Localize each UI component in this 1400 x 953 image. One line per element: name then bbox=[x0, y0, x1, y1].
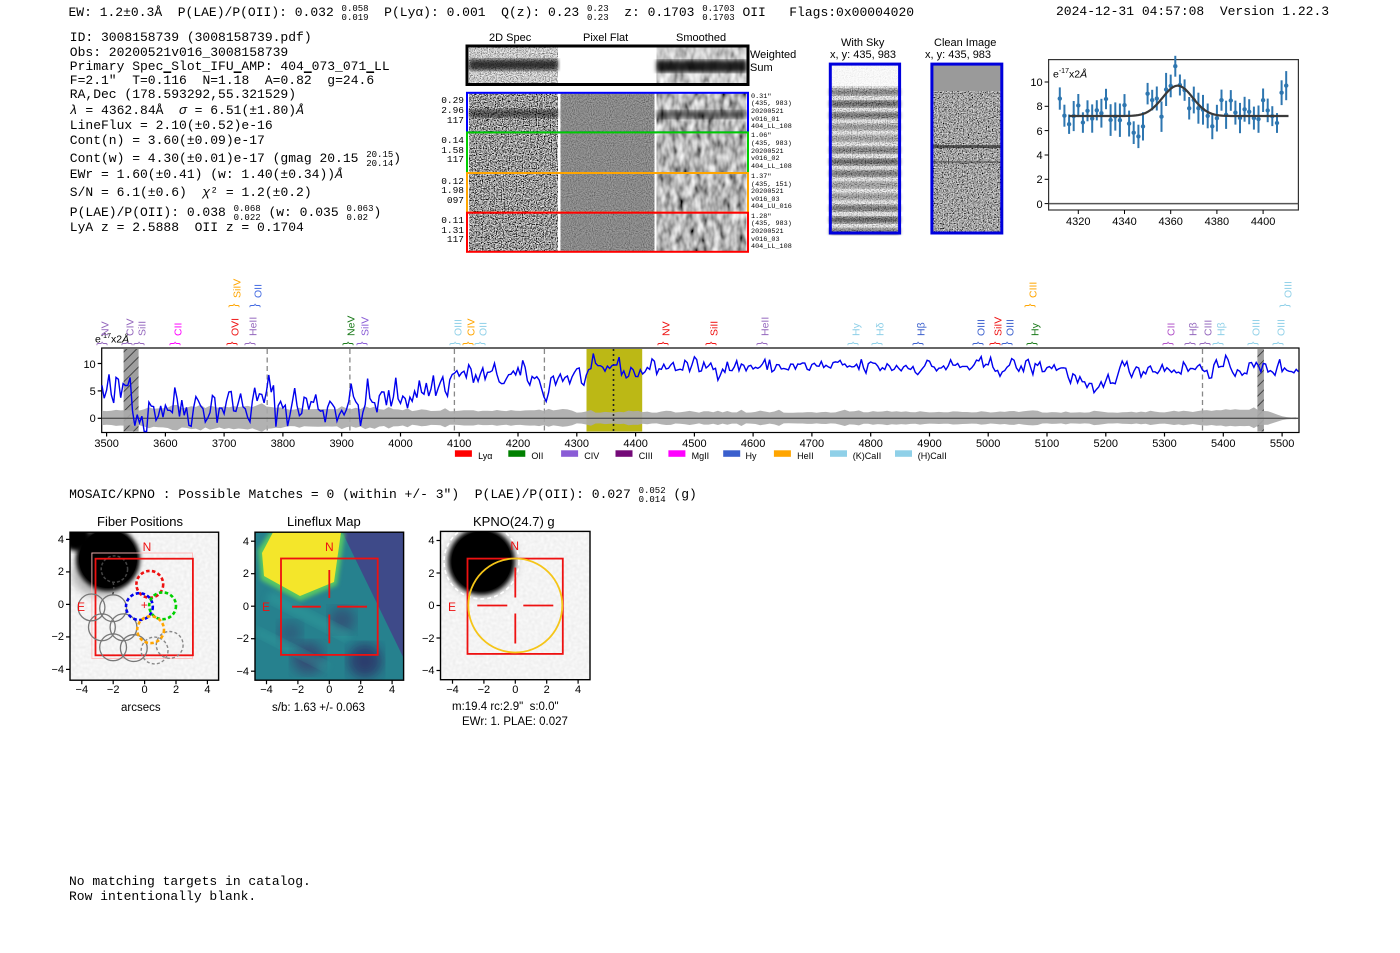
svg-text:{: { bbox=[226, 342, 240, 346]
svg-text:Hβ: Hβ bbox=[1188, 322, 1200, 336]
svg-text:{: { bbox=[972, 342, 986, 346]
svg-text:{: { bbox=[1001, 342, 1015, 346]
svg-text:{: { bbox=[705, 342, 719, 346]
svg-text:CIII: CIII bbox=[1203, 320, 1215, 336]
svg-text:OII: OII bbox=[253, 284, 265, 298]
svg-text:OIII: OIII bbox=[976, 319, 988, 336]
svg-text:Hβ: Hβ bbox=[1216, 322, 1228, 336]
svg-text:CIV: CIV bbox=[125, 318, 137, 336]
svg-text:{: { bbox=[169, 342, 183, 346]
svg-text:Hβ: Hβ bbox=[916, 322, 928, 336]
svg-text:OIII: OIII bbox=[1005, 319, 1017, 336]
svg-text:SiII: SiII bbox=[709, 321, 721, 336]
svg-text:{: { bbox=[228, 304, 242, 308]
svg-text:Hy: Hy bbox=[851, 322, 863, 336]
svg-text:{: { bbox=[912, 342, 926, 346]
svg-text:SiIV: SiIV bbox=[360, 317, 372, 336]
svg-text:{: { bbox=[657, 342, 671, 346]
svg-text:{: { bbox=[342, 342, 356, 346]
svg-text:HeII: HeII bbox=[760, 317, 772, 336]
svg-text:{: { bbox=[121, 342, 135, 346]
svg-text:{: { bbox=[1272, 342, 1286, 346]
svg-text:{: { bbox=[96, 342, 110, 346]
svg-text:SiIV: SiIV bbox=[993, 317, 1005, 336]
svg-text:{: { bbox=[474, 342, 488, 346]
svg-text:{: { bbox=[1247, 342, 1261, 346]
svg-text:{: { bbox=[989, 342, 1003, 346]
svg-text:{: { bbox=[449, 342, 463, 346]
svg-text:OII: OII bbox=[478, 322, 490, 336]
svg-text:{: { bbox=[1212, 342, 1226, 346]
svg-text:{: { bbox=[1279, 304, 1293, 308]
svg-text:{: { bbox=[847, 342, 861, 346]
svg-text:NeV: NeV bbox=[346, 316, 358, 336]
svg-text:CIV: CIV bbox=[466, 318, 478, 336]
svg-text:OIII: OIII bbox=[1283, 281, 1295, 298]
svg-text:OIII: OIII bbox=[1251, 319, 1263, 336]
svg-text:{: { bbox=[1162, 342, 1176, 346]
svg-text:{: { bbox=[1024, 304, 1038, 308]
svg-text:Hy: Hy bbox=[1030, 322, 1042, 336]
svg-text:{: { bbox=[133, 342, 147, 346]
svg-text:{: { bbox=[871, 342, 885, 346]
svg-text:{: { bbox=[756, 342, 770, 346]
svg-text:{: { bbox=[249, 304, 263, 308]
svg-text:{: { bbox=[244, 342, 258, 346]
svg-text:CII: CII bbox=[1166, 323, 1178, 336]
svg-text:OVI: OVI bbox=[230, 318, 242, 336]
svg-text:OIII: OIII bbox=[453, 319, 465, 336]
svg-text:OIII: OIII bbox=[1276, 319, 1288, 336]
svg-text:{: { bbox=[1026, 342, 1040, 346]
svg-text:CIII: CIII bbox=[1028, 282, 1040, 298]
svg-text:{: { bbox=[1199, 342, 1213, 346]
svg-text:{: { bbox=[462, 342, 476, 346]
svg-text:HeII: HeII bbox=[248, 317, 260, 336]
svg-text:CII: CII bbox=[173, 323, 185, 336]
svg-text:SiII: SiII bbox=[137, 321, 149, 336]
svg-text:{: { bbox=[1184, 342, 1198, 346]
svg-text:NV: NV bbox=[100, 321, 112, 336]
svg-text:{: { bbox=[356, 342, 370, 346]
svg-text:Hδ: Hδ bbox=[875, 322, 887, 336]
svg-text:NV: NV bbox=[661, 321, 673, 336]
svg-text:SiIV: SiIV bbox=[232, 279, 244, 298]
